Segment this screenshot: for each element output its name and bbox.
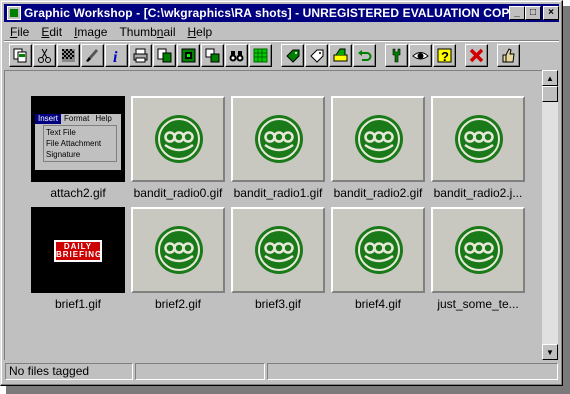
thumbnail-caption: brief2.gif	[154, 297, 202, 311]
app-window: Graphic Workshop - [C:\wkgraphics\RA sho…	[0, 0, 563, 386]
title-bar[interactable]: Graphic Workshop - [C:\wkgraphics\RA sho…	[4, 4, 559, 22]
app-icon[interactable]	[7, 6, 21, 20]
thumbnail-item[interactable]: bandit_radio2.j...	[431, 96, 527, 200]
thumbnail-image[interactable]	[131, 207, 225, 293]
scissors-icon[interactable]	[33, 44, 56, 67]
daily-briefing-badge: DAILY BRIEFING	[54, 240, 102, 262]
thumbnail-image[interactable]	[431, 207, 525, 293]
preview-drop-item: Text File	[46, 128, 76, 137]
preview-menu-item: Insert	[35, 114, 62, 124]
bandit-logo-icon	[155, 115, 203, 163]
thumbnail-image[interactable]	[431, 96, 525, 182]
status-text: No files tagged	[5, 363, 133, 380]
thumbnail-image[interactable]	[131, 96, 225, 182]
minimize-button[interactable]: _	[509, 6, 525, 20]
menu-bar: File Edit Image Thumbnail Help	[4, 23, 559, 40]
preview-menu-item: Format	[64, 114, 90, 123]
thumbnail-item[interactable]: brief3.gif	[231, 207, 327, 311]
thumbs-up-icon[interactable]	[497, 44, 520, 67]
thumbnail-image[interactable]: DAILY BRIEFING	[31, 207, 125, 293]
thumbnail-item[interactable]: brief4.gif	[331, 207, 427, 311]
grid-icon[interactable]	[249, 44, 272, 67]
thumbnail-grid: Insert Format Help Text File File Attach…	[4, 70, 542, 360]
toolbar: i ?	[4, 40, 559, 69]
window-title: Graphic Workshop - [C:\wkgraphics\RA sho…	[24, 6, 518, 20]
thumbnail-item[interactable]: bandit_radio0.gif	[131, 96, 227, 200]
thumbnail-caption: attach2.gif	[50, 186, 106, 200]
svg-text:i: i	[113, 49, 118, 64]
menu-edit[interactable]: Edit	[35, 25, 68, 39]
tools-icon[interactable]	[385, 44, 408, 67]
menu-image[interactable]: Image	[68, 25, 113, 39]
undo-icon[interactable]	[353, 44, 376, 67]
menu-file[interactable]: File	[4, 25, 35, 39]
thumbnail-item[interactable]: DAILY BRIEFING brief1.gif	[31, 207, 127, 311]
bandit-logo-icon	[255, 115, 303, 163]
bandit-logo-icon	[355, 226, 403, 274]
preview-drop-item: File Attachment	[46, 139, 102, 148]
menu-thumbnail[interactable]: Thumbnail	[113, 25, 181, 39]
menu-help[interactable]: Help	[182, 25, 219, 39]
bandit-logo-icon	[455, 115, 503, 163]
dither-icon[interactable]	[57, 44, 80, 67]
status-panel-3	[267, 363, 558, 380]
effects-icon[interactable]	[177, 44, 200, 67]
binoculars-icon[interactable]	[225, 44, 248, 67]
bandit-logo-icon	[455, 226, 503, 274]
thumbnail-caption: brief4.gif	[354, 297, 402, 311]
thumbnail-item[interactable]: just_some_te...	[431, 207, 527, 311]
status-panel-2	[135, 363, 265, 380]
maximize-button[interactable]: □	[525, 6, 541, 20]
thumbnail-item[interactable]: brief2.gif	[131, 207, 227, 311]
thumbnail-caption: brief1.gif	[54, 297, 102, 311]
tag-icon[interactable]	[281, 44, 304, 67]
scroll-down-icon[interactable]: ▼	[542, 344, 558, 360]
thumbnail-image[interactable]	[231, 207, 325, 293]
thumbnail-caption: brief3.gif	[254, 297, 302, 311]
thumbnail-image[interactable]	[331, 96, 425, 182]
info-icon[interactable]: i	[105, 44, 128, 67]
untag-icon[interactable]	[305, 44, 328, 67]
thumbnail-item[interactable]: bandit_radio1.gif	[231, 96, 327, 200]
thumbnail-item[interactable]: Insert Format Help Text File File Attach…	[31, 96, 127, 200]
svg-text:?: ?	[441, 49, 449, 64]
thumbnail-caption: just_some_te...	[437, 297, 519, 311]
thumbnail-caption: bandit_radio2.gif	[333, 186, 423, 200]
status-bar: No files tagged	[4, 362, 559, 381]
help-icon[interactable]: ?	[433, 44, 456, 67]
print-icon[interactable]	[129, 44, 152, 67]
scroll-thumb[interactable]	[542, 86, 558, 102]
brush-icon[interactable]	[81, 44, 104, 67]
scroll-up-icon[interactable]: ▲	[542, 70, 558, 86]
copy-icon[interactable]	[9, 44, 32, 67]
eye-icon[interactable]	[409, 44, 432, 67]
thumbnail-caption: bandit_radio0.gif	[133, 186, 223, 200]
thumbnail-image[interactable]: Insert Format Help Text File File Attach…	[31, 96, 125, 182]
bandit-logo-icon	[155, 226, 203, 274]
thumbnail-image[interactable]	[331, 207, 425, 293]
delete-icon[interactable]	[465, 44, 488, 67]
bandit-logo-icon	[255, 226, 303, 274]
thumbnail-item[interactable]: bandit_radio2.gif	[331, 96, 427, 200]
vertical-scrollbar[interactable]: ▲ ▼	[542, 70, 558, 360]
thumbnail-caption: bandit_radio1.gif	[233, 186, 323, 200]
preview-menu-item: Help	[95, 114, 112, 123]
scanner-icon[interactable]	[329, 44, 352, 67]
transform-icon[interactable]	[201, 44, 224, 67]
thumbnail-image[interactable]	[231, 96, 325, 182]
thumbnail-caption: bandit_radio2.j...	[433, 186, 523, 200]
menu-preview: Insert Format Help Text File File Attach…	[35, 114, 121, 170]
preview-drop-item: Signature	[46, 150, 81, 159]
close-button[interactable]: ×	[543, 6, 559, 20]
convert-icon[interactable]	[153, 44, 176, 67]
bandit-logo-icon	[355, 115, 403, 163]
